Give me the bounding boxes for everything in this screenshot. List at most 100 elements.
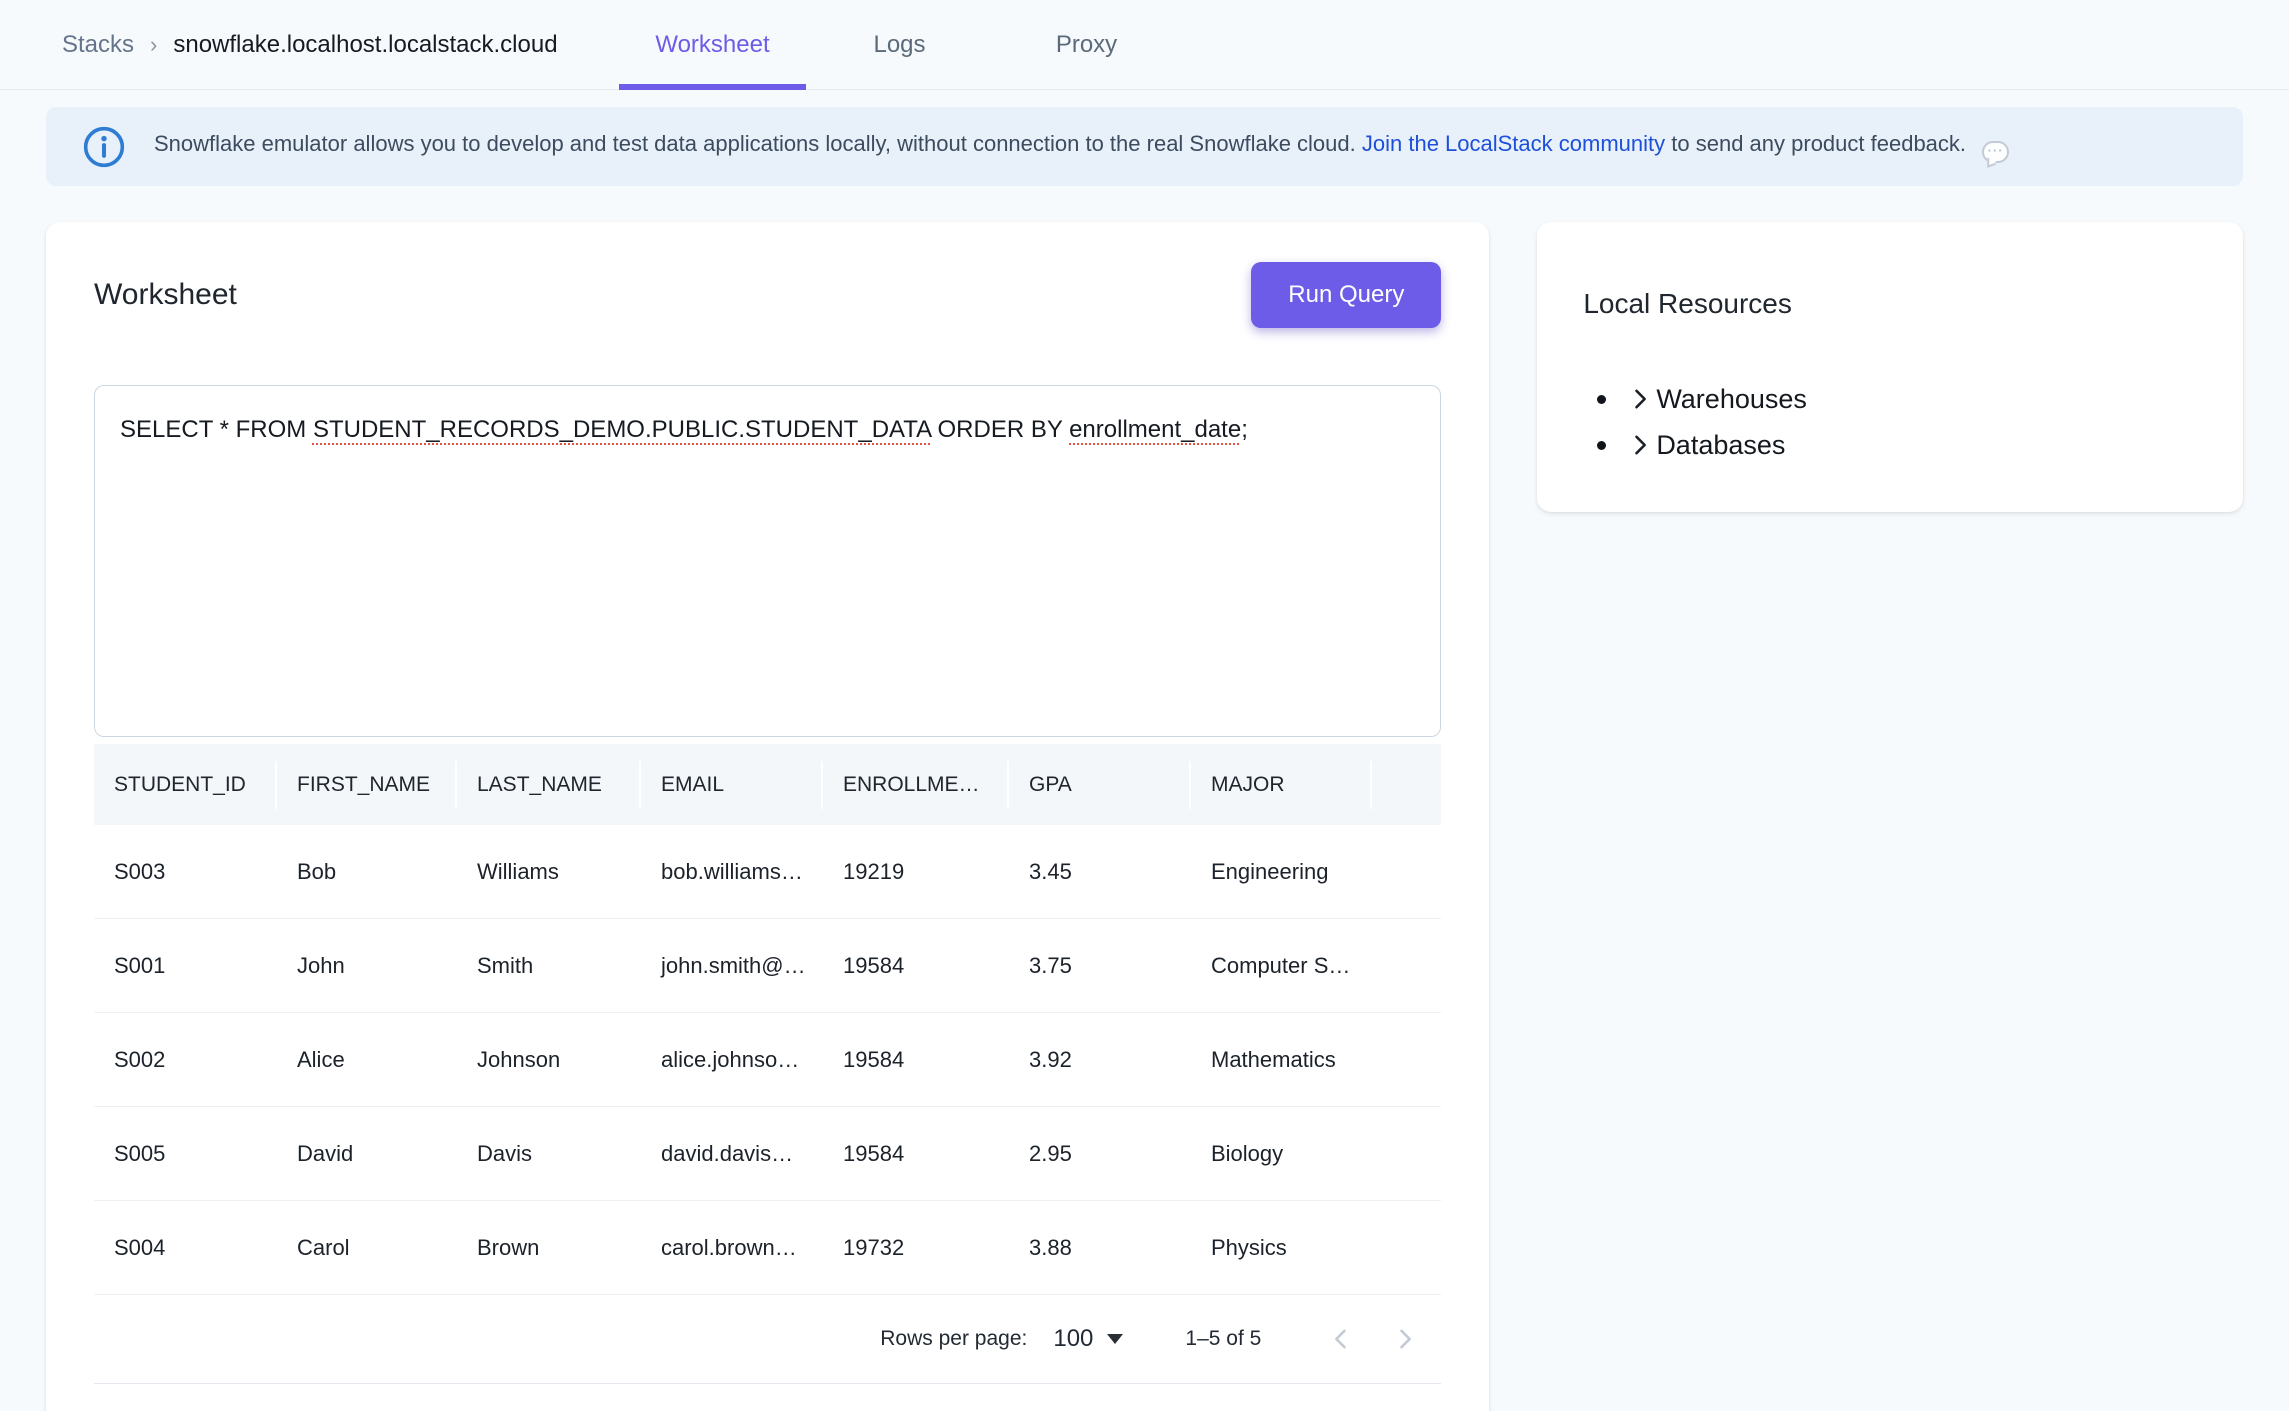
column-header-enrollme[interactable]: ENROLLME… [823,744,1009,825]
table-cell: john.smith@… [641,953,823,979]
header-filler-cell [1372,744,1392,825]
table-cell: Carol [277,1235,457,1261]
worksheet-header: Worksheet Run Query [94,262,1441,328]
tab-proxy[interactable]: Proxy [993,0,1180,89]
local-resources-list: Warehouses Databases [1583,376,2197,468]
results-grid: STUDENT_IDFIRST_NAMELAST_NAMEEMAILENROLL… [94,744,1441,1384]
table-cell: 19584 [823,1141,1009,1167]
banner-text: Snowflake emulator allows you to develop… [154,131,2009,163]
column-header-lastname[interactable]: LAST_NAME [457,744,641,825]
table-cell: Smith [457,953,641,979]
table-row[interactable]: S003BobWilliamsbob.williams…192193.45Eng… [94,825,1441,919]
results-body: S003BobWilliamsbob.williams…192193.45Eng… [94,825,1441,1295]
column-header-firstname[interactable]: FIRST_NAME [277,744,457,825]
column-header-studentid[interactable]: STUDENT_ID [94,744,277,825]
table-row[interactable]: S005DavidDavisdavid.davis…195842.95Biolo… [94,1107,1441,1201]
tab-logs[interactable]: Logs [806,0,993,89]
community-link[interactable]: Join the LocalStack community [1362,131,1665,156]
sql-segment: SELECT * FROM [120,416,313,443]
table-cell: John [277,953,457,979]
table-cell: david.davis… [641,1141,823,1167]
active-tab-underline [619,84,806,90]
table-cell: Davis [457,1141,641,1167]
table-cell: Mathematics [1191,1047,1372,1073]
tab-worksheet[interactable]: Worksheet [619,0,806,89]
table-cell: 19732 [823,1235,1009,1261]
table-cell: Brown [457,1235,641,1261]
table-cell: S003 [94,859,277,885]
results-header-row: STUDENT_IDFIRST_NAMELAST_NAMEEMAILENROLL… [94,744,1441,825]
top-bar: Stacks › snowflake.localhost.localstack.… [0,0,2289,90]
info-icon [82,125,126,169]
sql-segment: STUDENT_RECORDS_DEMO.PUBLIC.STUDENT_DATA [313,416,931,443]
table-cell: Johnson [457,1047,641,1073]
table-cell: David [277,1141,457,1167]
table-cell: Engineering [1191,859,1372,885]
table-cell: Bob [277,859,457,885]
table-cell: bob.williams… [641,859,823,885]
local-resources-title: Local Resources [1583,288,2197,320]
sql-segment: ORDER BY [931,416,1069,443]
breadcrumb-stacks-link[interactable]: Stacks [62,31,134,59]
sql-segment: ; [1241,416,1248,443]
column-header-email[interactable]: EMAIL [641,744,823,825]
speech-bubble-icon [1982,141,2009,163]
bullet-icon [1597,441,1606,450]
table-row[interactable]: S001JohnSmithjohn.smith@…195843.75Comput… [94,919,1441,1013]
table-row[interactable]: S004CarolBrowncarol.brown…197323.88Physi… [94,1201,1441,1295]
table-cell: 3.75 [1009,953,1191,979]
resource-label: Databases [1656,430,1785,461]
table-row[interactable]: S002AliceJohnsonalice.johnso…195843.92Ma… [94,1013,1441,1107]
local-resources-panel: Local Resources Warehouses Databases [1537,222,2243,512]
table-cell: Biology [1191,1141,1372,1167]
rows-per-page-label: Rows per page: [880,1327,1027,1351]
table-cell: S004 [94,1235,277,1261]
table-cell: Williams [457,859,641,885]
table-cell: Computer S… [1191,953,1372,979]
previous-page-button[interactable] [1317,1315,1365,1363]
table-cell: 3.45 [1009,859,1191,885]
chevron-right-icon [1626,385,1654,413]
table-cell: alice.johnso… [641,1047,823,1073]
breadcrumb-separator-icon: › [150,32,157,58]
pagination-bar: Rows per page: 100 1–5 of 5 [94,1295,1441,1383]
chevron-left-icon [1327,1325,1355,1353]
tab-bar: WorksheetLogsProxy [619,0,1180,89]
table-cell: 19584 [823,1047,1009,1073]
table-cell: S001 [94,953,277,979]
table-cell: S005 [94,1141,277,1167]
table-cell: 2.95 [1009,1141,1191,1167]
table-cell: carol.brown… [641,1235,823,1261]
resource-label: Warehouses [1656,384,1807,415]
chevron-right-icon [1391,1325,1419,1353]
bullet-icon [1597,395,1606,404]
sql-editor[interactable]: SELECT * FROM STUDENT_RECORDS_DEMO.PUBLI… [94,385,1441,737]
sql-segment: enrollment_date [1069,416,1241,443]
banner-message-suffix: to send any product feedback. [1671,131,1966,156]
sql-query-text: SELECT * FROM STUDENT_RECORDS_DEMO.PUBLI… [120,416,1415,444]
breadcrumb: Stacks › snowflake.localhost.localstack.… [62,31,558,59]
table-cell: 3.88 [1009,1235,1191,1261]
pagination-range-label: 1–5 of 5 [1185,1327,1261,1351]
banner-message: Snowflake emulator allows you to develop… [154,131,1356,156]
content-area: Worksheet Run Query SELECT * FROM STUDEN… [0,186,2289,1411]
worksheet-panel: Worksheet Run Query SELECT * FROM STUDEN… [46,222,1489,1411]
resource-item-warehouses[interactable]: Warehouses [1597,376,2197,422]
table-cell: Alice [277,1047,457,1073]
column-header-major[interactable]: MAJOR [1191,744,1372,825]
table-cell: 19584 [823,953,1009,979]
info-banner: Snowflake emulator allows you to develop… [46,107,2243,186]
resource-item-databases[interactable]: Databases [1597,422,2197,468]
chevron-right-icon [1626,431,1654,459]
column-header-gpa[interactable]: GPA [1009,744,1191,825]
rows-per-page-value: 100 [1053,1325,1093,1353]
next-page-button[interactable] [1381,1315,1429,1363]
rows-per-page-select[interactable]: 100 [1053,1325,1123,1353]
table-cell: 3.92 [1009,1047,1191,1073]
run-query-button[interactable]: Run Query [1251,262,1441,328]
page-title: Worksheet [94,278,237,312]
table-cell: S002 [94,1047,277,1073]
caret-down-icon [1107,1334,1123,1344]
table-cell: 19219 [823,859,1009,885]
breadcrumb-current-stack: snowflake.localhost.localstack.cloud [173,31,557,59]
